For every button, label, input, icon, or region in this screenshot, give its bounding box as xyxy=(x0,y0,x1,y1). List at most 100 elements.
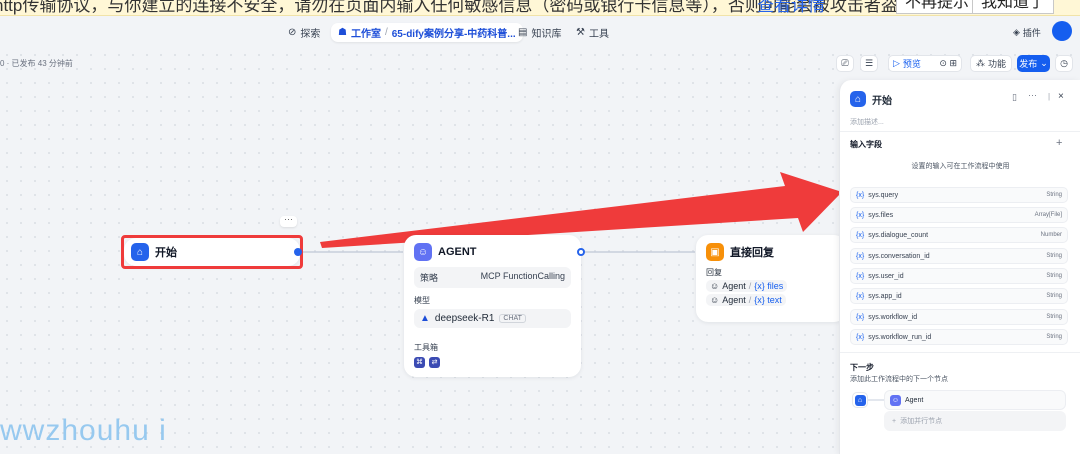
reply-label: 回复 xyxy=(706,268,722,277)
variable-icon: {x} xyxy=(856,191,865,199)
reply-ref-item: ☺ Agent / {x} text xyxy=(706,292,836,306)
sys-variable-row: {x} sys.workflow_run_id String xyxy=(850,329,1068,345)
home-icon: ⌂ xyxy=(854,394,866,406)
input-fields-hint: 设置的输入可在工作流程中使用 xyxy=(911,163,1010,170)
sys-variable-name: {x} sys.app_id xyxy=(856,293,902,300)
variable-icon: {x} xyxy=(856,211,865,219)
variable-name-text: sys.workflow_id xyxy=(868,313,918,321)
panel-divider xyxy=(840,352,1080,353)
agent-icon: ☺ xyxy=(414,243,432,261)
next-node-name: Agent xyxy=(905,396,924,404)
plus-icon: + xyxy=(892,417,897,425)
sys-variable-row: {x} sys.app_id String xyxy=(850,288,1068,304)
sys-variable-row: {x} sys.workflow_id String xyxy=(850,309,1068,325)
ref-separator: / xyxy=(748,281,752,291)
answer-node-title: 直接回复 xyxy=(730,247,774,259)
agent-ref-icon: ☺ xyxy=(710,295,720,305)
sys-variable-name: {x} sys.query xyxy=(856,192,898,199)
start-node-config-panel: ⌂ 开始 ▯ ··· | × 添加描述... 输入字段 + 设置的输入可在工作流… xyxy=(839,80,1080,454)
panel-header: ⌂ 开始 xyxy=(850,91,892,107)
ref-var: {x} text xyxy=(754,295,782,305)
start-node-output-port[interactable] xyxy=(294,248,302,256)
sys-variable-row: {x} sys.dialogue_count Number xyxy=(850,227,1068,243)
variable-type: String xyxy=(1046,192,1062,198)
agent-node-header: ☺ AGENT xyxy=(414,243,571,261)
ref-node: Agent xyxy=(722,295,746,305)
divider-icon: | xyxy=(1048,92,1051,101)
variable-icon: {x} xyxy=(856,272,865,280)
reply-ref-row: ☺ Agent / {x} files xyxy=(706,280,788,292)
panel-description-input[interactable]: 添加描述... xyxy=(850,117,884,127)
sse-tool-icon: ⇄ xyxy=(429,357,440,368)
reply-ref-item: ☺ Agent / {x} files xyxy=(706,278,836,292)
next-step-hint: 添加此工作流程中的下一个节点 xyxy=(850,376,948,383)
variable-name-text: sys.conversation_id xyxy=(868,252,930,260)
variable-name-text: sys.dialogue_count xyxy=(868,231,929,239)
tool-icon-list: ⌘ ⇄ xyxy=(414,357,571,368)
tools-label: 工具箱 xyxy=(414,343,438,352)
reply-icon: ▣ xyxy=(706,243,724,261)
sys-variable-name: {x} sys.conversation_id xyxy=(856,253,930,260)
variable-name-text: sys.query xyxy=(868,191,899,199)
sys-variable-row: {x} sys.query String xyxy=(850,187,1068,203)
close-icon[interactable]: × xyxy=(1058,91,1064,102)
sys-variable-row: {x} sys.files Array[File] xyxy=(850,207,1068,223)
variable-name-text: sys.workflow_run_id xyxy=(868,333,932,341)
agent-node[interactable]: ☺ AGENT 策略 MCP FunctionCalling 模型 ▲ deep… xyxy=(404,235,581,377)
ref-node: Agent xyxy=(722,281,746,291)
variable-icon: {x} xyxy=(856,333,865,341)
ref-var: {x} files xyxy=(754,281,784,291)
sys-variable-name: {x} sys.workflow_id xyxy=(856,314,917,321)
variable-name-text: sys.user_id xyxy=(868,272,904,280)
agent-node-output-port[interactable] xyxy=(577,248,585,256)
add-parallel-label: 添加并行节点 xyxy=(900,418,943,425)
variable-icon: {x} xyxy=(856,231,865,239)
next-step-title: 下一步 xyxy=(850,363,874,372)
agent-icon: ☺ xyxy=(890,394,901,406)
model-label: 模型 xyxy=(414,296,430,305)
input-fields-title: 输入字段 xyxy=(850,140,882,149)
model-name: deepseek-R1 xyxy=(434,313,495,324)
variable-name-text: sys.app_id xyxy=(868,292,902,300)
mcp-tool-icon: ⌘ xyxy=(414,357,425,368)
variable-type: String xyxy=(1046,293,1062,299)
add-input-icon[interactable]: + xyxy=(1056,137,1062,149)
variable-type: String xyxy=(1046,334,1062,340)
variable-type: String xyxy=(1046,253,1062,259)
start-node-more-button[interactable]: ··· xyxy=(280,215,297,227)
ref-separator: / xyxy=(748,295,752,305)
reply-ref-row: ☺ Agent / {x} text xyxy=(706,294,786,306)
sys-variable-row: {x} sys.user_id String xyxy=(850,268,1068,284)
sys-variable-name: {x} sys.user_id xyxy=(856,273,904,280)
panel-title[interactable]: 开始 xyxy=(872,92,892,107)
sys-variable-row: {x} sys.conversation_id String xyxy=(850,248,1068,264)
watermark: wwzhouhu i xyxy=(0,414,167,447)
next-node-item[interactable]: ☺ Agent xyxy=(884,390,1066,410)
agent-strategy-row: 策略 MCP FunctionCalling xyxy=(414,267,571,288)
more-icon[interactable]: ··· xyxy=(1028,90,1037,100)
strategy-value: MCP FunctionCalling xyxy=(480,271,565,281)
variable-icon: {x} xyxy=(856,292,865,300)
next-step-source: ⌂ xyxy=(852,392,868,408)
variable-name-text: sys.files xyxy=(868,211,894,219)
azure-icon: ▲ xyxy=(420,313,430,324)
variable-type: String xyxy=(1046,314,1062,320)
variable-icon: {x} xyxy=(856,252,865,260)
strategy-label: 策略 xyxy=(420,273,439,283)
agent-ref-icon: ☺ xyxy=(710,281,720,291)
sys-variable-name: {x} sys.files xyxy=(856,212,893,219)
answer-node-header: ▣ 直接回复 xyxy=(706,243,836,261)
model-mode-badge: CHAT xyxy=(499,314,526,323)
answer-node[interactable]: ▣ 直接回复 回复 ☺ Agent / {x} files ☺ Agent / … xyxy=(696,235,846,322)
book-icon[interactable]: ▯ xyxy=(1012,92,1017,103)
variable-icon: {x} xyxy=(856,313,865,321)
agent-node-title: AGENT xyxy=(438,246,477,258)
add-parallel-node-button[interactable]: + 添加并行节点 xyxy=(884,411,1066,431)
panel-divider xyxy=(840,131,1080,132)
model-selector[interactable]: ▲ deepseek-R1 CHAT xyxy=(414,309,571,328)
variable-type: Number xyxy=(1040,232,1062,238)
home-icon: ⌂ xyxy=(850,91,866,107)
sys-variable-name: {x} sys.dialogue_count xyxy=(856,232,928,239)
start-node-highlight xyxy=(121,235,303,269)
variable-type: String xyxy=(1046,273,1062,279)
